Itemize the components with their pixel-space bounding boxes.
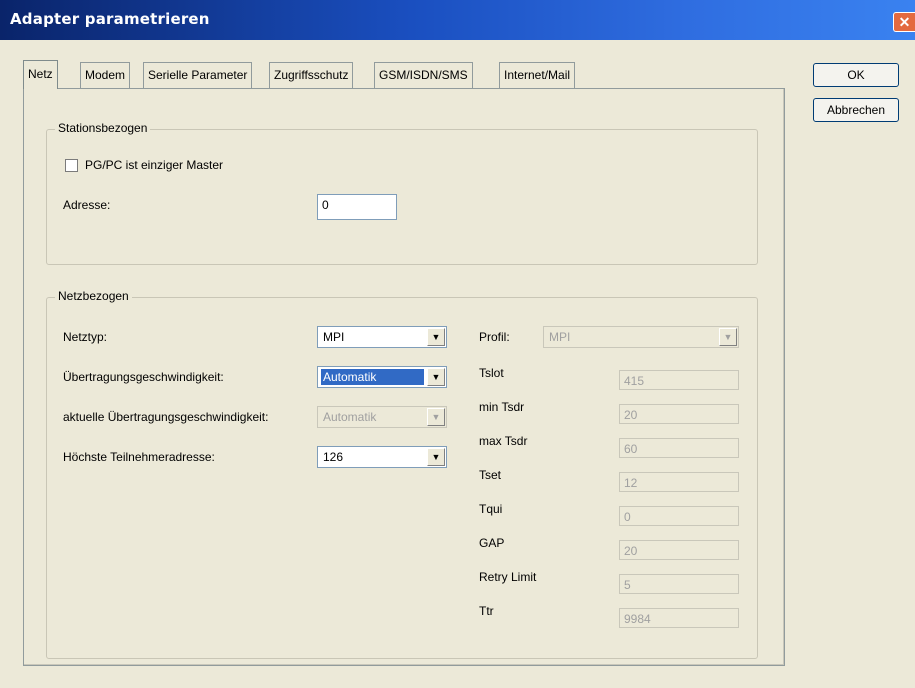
max-tsdr-field: 60 bbox=[619, 438, 739, 458]
tset-label: Tset bbox=[479, 468, 502, 482]
net-type-select[interactable]: MPI ▼ bbox=[317, 326, 447, 348]
gap-field: 20 bbox=[619, 540, 739, 560]
chevron-down-icon[interactable]: ▼ bbox=[427, 328, 445, 346]
tab-label: GSM/ISDN/SMS bbox=[379, 68, 468, 82]
group-title-station: Stationsbezogen bbox=[55, 121, 151, 135]
tab-label: Internet/Mail bbox=[504, 68, 571, 82]
ok-button[interactable]: OK bbox=[813, 63, 899, 87]
profile-value: MPI bbox=[549, 330, 571, 344]
close-icon: ✕ bbox=[898, 14, 911, 30]
address-label: Adresse: bbox=[63, 198, 111, 212]
chevron-down-icon: ▼ bbox=[719, 328, 737, 346]
tset-field: 12 bbox=[619, 472, 739, 492]
net-type-label: Netztyp: bbox=[63, 330, 108, 344]
title-bar: Adapter parametrieren ✕ bbox=[0, 0, 915, 40]
current-baud-label: aktuelle Übertragungsgeschwindigkeit: bbox=[63, 410, 269, 424]
close-button[interactable]: ✕ bbox=[893, 12, 915, 32]
chevron-down-icon: ▼ bbox=[427, 408, 445, 426]
net-type-value: MPI bbox=[323, 330, 345, 344]
highest-address-label: Höchste Teilnehmeradresse: bbox=[63, 450, 215, 464]
tab-zugriffsschutz[interactable]: Zugriffsschutz bbox=[269, 62, 354, 88]
window-title: Adapter parametrieren bbox=[10, 10, 210, 28]
tslot-field: 415 bbox=[619, 370, 739, 390]
ttr-field: 9984 bbox=[619, 608, 739, 628]
gap-label: GAP bbox=[479, 536, 505, 550]
tab-internet-mail[interactable]: Internet/Mail bbox=[499, 62, 576, 88]
baud-select[interactable]: Automatik ▼ bbox=[317, 366, 447, 388]
tslot-label: Tslot bbox=[479, 366, 504, 380]
group-title-network: Netzbezogen bbox=[55, 289, 132, 303]
ttr-label: Ttr bbox=[479, 604, 494, 618]
group-station: Stationsbezogen PG/PC ist einziger Maste… bbox=[46, 121, 758, 265]
tab-serielle-parameter[interactable]: Serielle Parameter bbox=[143, 62, 253, 88]
address-input[interactable]: 0 bbox=[317, 194, 397, 220]
chevron-down-icon[interactable]: ▼ bbox=[427, 448, 445, 466]
tab-label: Serielle Parameter bbox=[148, 68, 248, 82]
tab-label: Netz bbox=[28, 67, 53, 81]
retry-limit-field: 5 bbox=[619, 574, 739, 594]
tqui-label: Tqui bbox=[479, 502, 503, 516]
min-tsdr-label: min Tsdr bbox=[479, 400, 525, 414]
tab-netz[interactable]: Netz bbox=[23, 60, 58, 89]
only-master-checkbox[interactable] bbox=[65, 159, 78, 172]
baud-value: Automatik bbox=[321, 369, 424, 385]
highest-address-value: 126 bbox=[323, 450, 344, 464]
baud-label: Übertragungsgeschwindigkeit: bbox=[63, 370, 224, 384]
tab-modem[interactable]: Modem bbox=[80, 62, 131, 88]
tqui-field: 0 bbox=[619, 506, 739, 526]
tab-panel-netz: Stationsbezogen PG/PC ist einziger Maste… bbox=[23, 88, 785, 666]
tab-label: Modem bbox=[85, 68, 126, 82]
tab-gsm-isdn-sms[interactable]: GSM/ISDN/SMS bbox=[374, 62, 473, 88]
profile-label: Profil: bbox=[479, 330, 510, 344]
tab-label: Zugriffsschutz bbox=[274, 68, 349, 82]
chevron-down-icon[interactable]: ▼ bbox=[427, 368, 445, 386]
profile-select: MPI ▼ bbox=[543, 326, 739, 348]
max-tsdr-label: max Tsdr bbox=[479, 434, 528, 448]
retry-limit-label: Retry Limit bbox=[479, 570, 537, 584]
only-master-label: PG/PC ist einziger Master bbox=[85, 158, 224, 172]
group-network: Netzbezogen Netztyp: MPI ▼ Übertragungsg… bbox=[46, 289, 758, 659]
current-baud-value: Automatik bbox=[323, 410, 377, 424]
min-tsdr-field: 20 bbox=[619, 404, 739, 424]
highest-address-select[interactable]: 126 ▼ bbox=[317, 446, 447, 468]
current-baud-select: Automatik ▼ bbox=[317, 406, 447, 428]
cancel-button[interactable]: Abbrechen bbox=[813, 98, 899, 122]
